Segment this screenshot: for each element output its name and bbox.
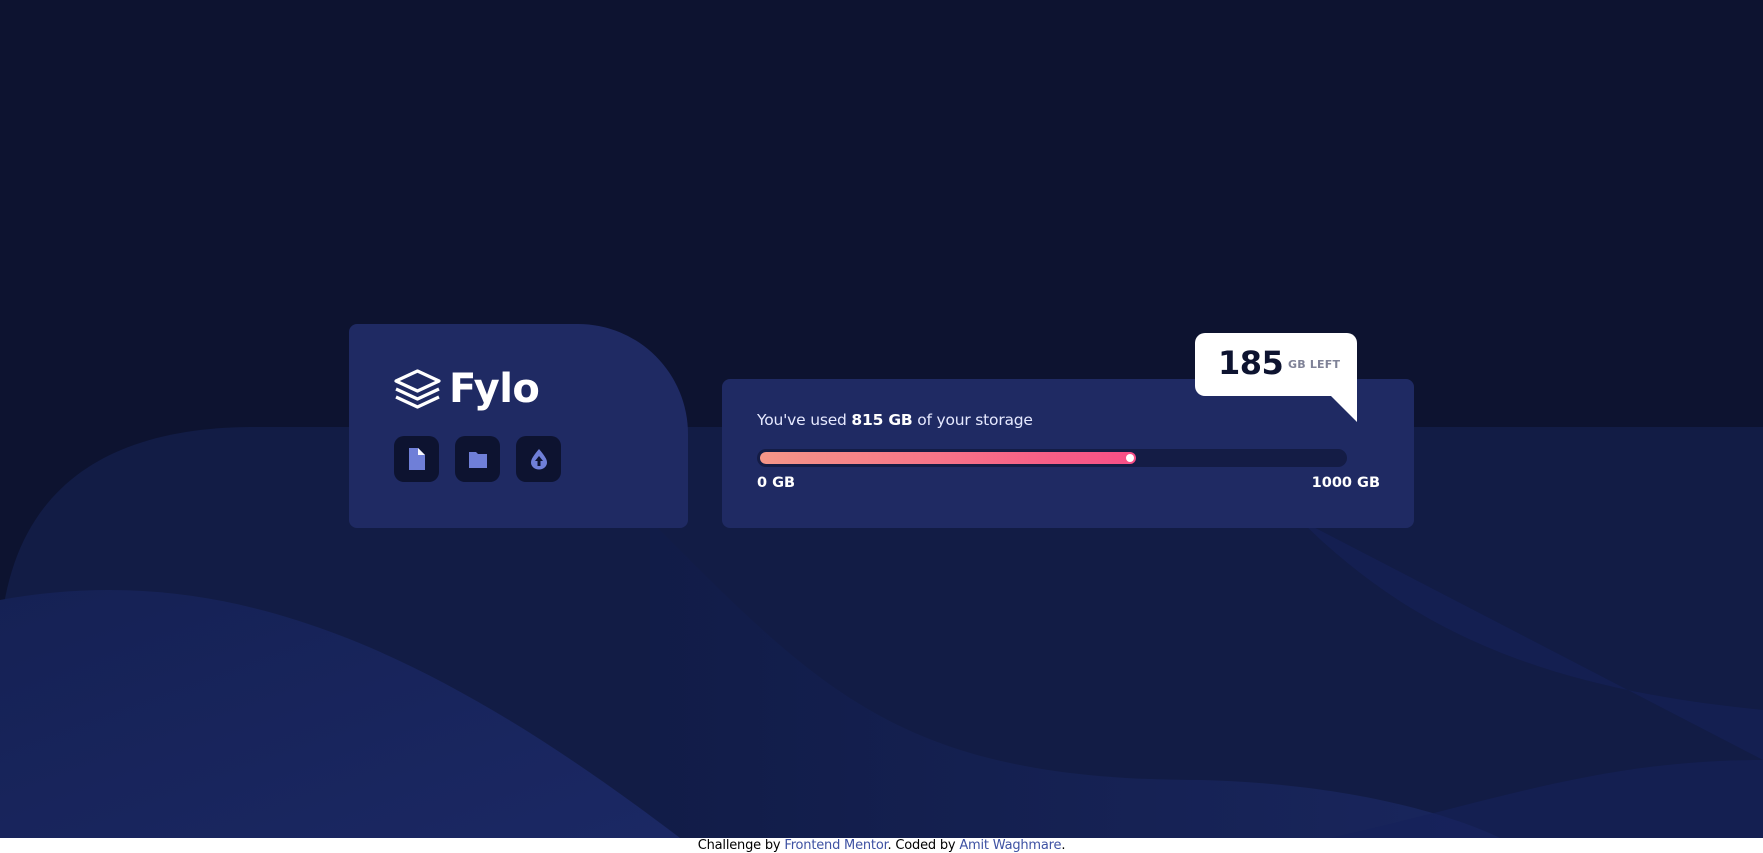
- callout-tail: [1331, 396, 1357, 422]
- remaining-storage-callout: 185 GB LEFT: [1195, 333, 1357, 422]
- files-card: Fylo: [349, 324, 688, 528]
- usage-prefix: You've used: [757, 411, 852, 429]
- storage-usage-text: You've used 815 GB of your storage: [757, 411, 1033, 429]
- storage-progress-bar: [757, 449, 1347, 467]
- page-background: Fylo You've used 815 GB of your storage …: [0, 0, 1763, 838]
- document-button[interactable]: [394, 436, 439, 482]
- progress-knob: [1126, 454, 1134, 462]
- brand-logo: Fylo: [394, 366, 540, 412]
- folder-button[interactable]: [455, 436, 500, 482]
- usage-suffix: of your storage: [912, 411, 1033, 429]
- usage-amount: 815 GB: [851, 411, 913, 429]
- scale-max-label: 1000 GB: [1311, 475, 1380, 491]
- fylo-logo-icon: [394, 369, 441, 409]
- storage-card: You've used 815 GB of your storage 0 GB …: [722, 379, 1414, 528]
- scale-min-label: 0 GB: [757, 475, 796, 491]
- brand-name: Fylo: [449, 366, 540, 412]
- storage-progress-fill: [760, 452, 1136, 464]
- folder-icon: [468, 452, 487, 468]
- remaining-amount: 185: [1218, 344, 1284, 382]
- upload-icon: [530, 449, 547, 470]
- document-icon: [408, 448, 425, 470]
- remaining-unit: GB LEFT: [1288, 358, 1341, 371]
- upload-button[interactable]: [516, 436, 561, 482]
- file-actions: [394, 436, 561, 482]
